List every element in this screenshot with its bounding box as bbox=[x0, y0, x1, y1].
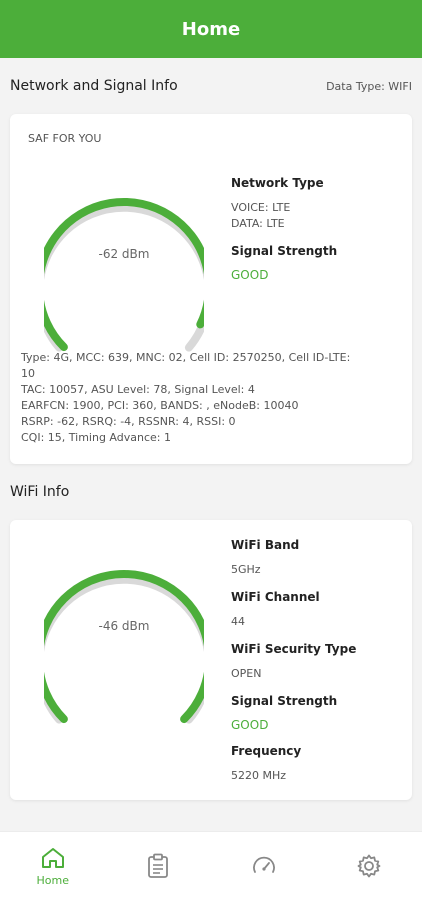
nav-home-label: Home bbox=[36, 873, 69, 887]
nav-settings[interactable] bbox=[317, 853, 422, 879]
network-dbm-value: -62 dBm bbox=[98, 247, 150, 261]
wifi-channel-label: WiFi Channel bbox=[231, 590, 320, 604]
operator-name: SAF FOR YOU bbox=[28, 132, 102, 145]
wifi-signal-gauge: -46 dBm bbox=[44, 539, 204, 739]
cell-details-line: RSRP: -62, RSRQ: -4, RSSNR: 4, RSSI: 0 bbox=[21, 415, 236, 428]
wifi-dbm-value: -46 dBm bbox=[98, 619, 150, 633]
bottom-nav: Home bbox=[0, 831, 422, 900]
network-signal-gauge: -62 dBm bbox=[44, 167, 204, 367]
wifi-section-title: WiFi Info bbox=[10, 484, 70, 500]
wifi-section-header: WiFi Info bbox=[0, 464, 422, 520]
wifi-signal-strength-value: GOOD bbox=[231, 718, 269, 732]
network-type-label: Network Type bbox=[231, 176, 324, 190]
frequency-label: Frequency bbox=[231, 744, 302, 758]
wifi-info-column: WiFi Band 5GHz WiFi Channel 44 WiFi Secu… bbox=[231, 538, 356, 796]
voice-type: VOICE: LTE bbox=[231, 201, 291, 214]
wifi-security-label: WiFi Security Type bbox=[231, 642, 357, 656]
wifi-card: -46 dBm WiFi Band 5GHz WiFi Channel 44 W… bbox=[10, 520, 412, 800]
nav-home[interactable]: Home bbox=[0, 846, 106, 887]
cell-details-line: CQI: 15, Timing Advance: 1 bbox=[21, 431, 171, 444]
network-card: SAF FOR YOU -62 dBm Network Type VOICE: … bbox=[10, 114, 412, 464]
wifi-channel-value: 44 bbox=[231, 615, 245, 628]
speedometer-icon bbox=[251, 854, 277, 878]
clipboard-icon bbox=[147, 853, 169, 879]
cell-details: Type: 4G, MCC: 639, MNC: 02, Cell ID: 25… bbox=[21, 350, 366, 446]
frequency-value: 5220 MHz bbox=[231, 769, 287, 782]
gauge-track bbox=[44, 203, 204, 352]
gauge-track bbox=[44, 575, 204, 724]
cell-details-line: Type: 4G, MCC: 639, MNC: 02, Cell ID: 25… bbox=[21, 351, 354, 380]
cell-details-line: EARFCN: 1900, PCI: 360, BANDS: , eNodeB:… bbox=[21, 399, 299, 412]
network-section-title: Network and Signal Info bbox=[10, 78, 178, 94]
app-header: Home bbox=[0, 0, 422, 58]
wifi-band-value: 5GHz bbox=[231, 563, 261, 576]
signal-strength-label: Signal Strength bbox=[231, 244, 338, 258]
gear-icon bbox=[356, 853, 382, 879]
signal-strength-value: GOOD bbox=[231, 268, 269, 282]
page-title: Home bbox=[181, 18, 241, 40]
cell-details-line: TAC: 10057, ASU Level: 78, Signal Level:… bbox=[21, 383, 255, 396]
wifi-signal-strength-label: Signal Strength bbox=[231, 694, 338, 708]
data-type: DATA: LTE bbox=[231, 217, 285, 230]
home-icon bbox=[40, 846, 66, 870]
gauge-fill bbox=[44, 198, 204, 352]
network-info-column: Network Type VOICE: LTE DATA: LTE Signal… bbox=[231, 176, 337, 294]
data-type-label: Data Type: WIFI bbox=[326, 79, 412, 93]
wifi-band-label: WiFi Band bbox=[231, 538, 300, 552]
network-section-header: Network and Signal Info Data Type: WIFI bbox=[0, 58, 422, 114]
nav-speedtest[interactable] bbox=[211, 854, 317, 878]
gauge-fill bbox=[44, 570, 204, 724]
wifi-security-value: OPEN bbox=[231, 667, 262, 680]
nav-reports[interactable] bbox=[106, 853, 212, 879]
